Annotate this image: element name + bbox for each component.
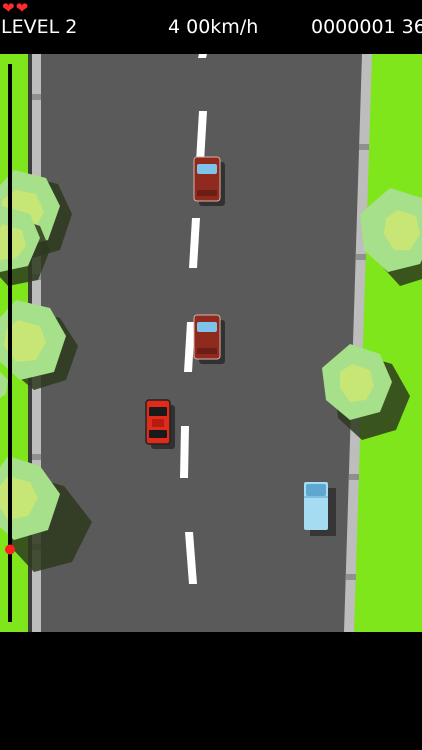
game-canvas[interactable]: [0, 54, 422, 632]
lives-hearts-icon: ❤❤: [2, 0, 30, 17]
speed-readout: 4 00km/h: [168, 16, 259, 38]
bottom-black-bar: [0, 632, 422, 750]
hud-bar: ❤❤ LEVEL 2 4 00km/h 0000001 36: [0, 0, 422, 54]
traffic-car-2: [193, 314, 225, 364]
progress-track: [8, 64, 12, 622]
traffic-truck: [304, 482, 336, 536]
game-scene: [0, 54, 422, 632]
traffic-car-1: [193, 156, 225, 206]
level-indicator: LEVEL 2: [1, 16, 78, 38]
progress-marker: [5, 544, 15, 555]
score-counter: 0000001 36: [311, 16, 422, 38]
player-car[interactable]: [145, 399, 175, 449]
